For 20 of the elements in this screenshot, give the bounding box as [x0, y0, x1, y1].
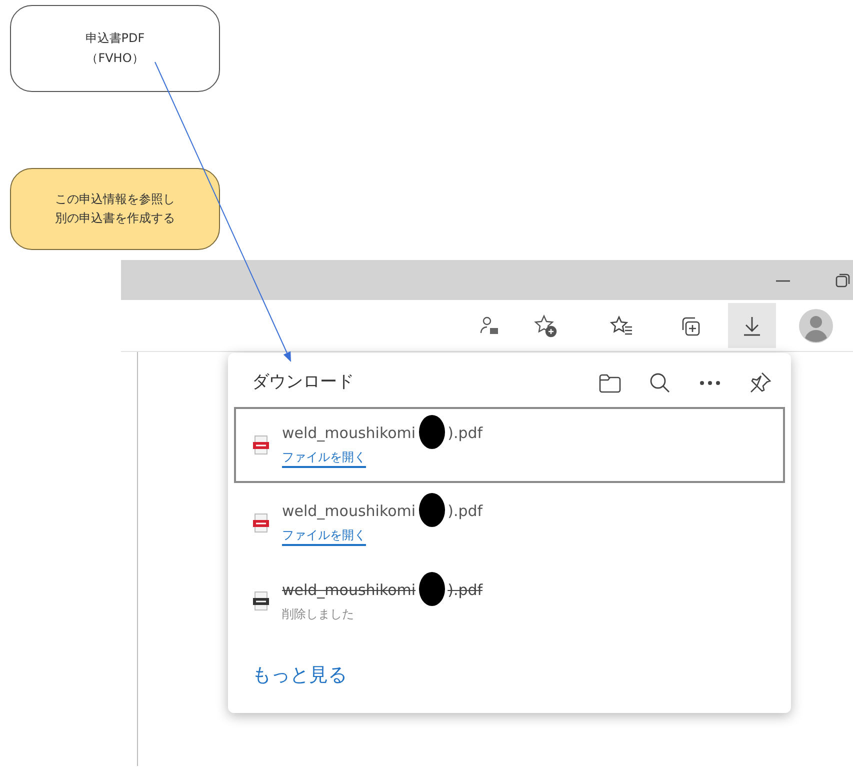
status-text: 削除しました: [282, 606, 354, 624]
open-file-link[interactable]: ファイルを開く: [282, 448, 366, 468]
download-item[interactable]: weld_moushikomi ).pdf 削除しました: [234, 563, 785, 639]
file-name: ).pdf: [448, 500, 483, 522]
callout-text: （FVHO）: [86, 50, 144, 66]
file-name: ).pdf: [448, 580, 483, 601]
download-item[interactable]: weld_moushikomi ).pdf ファイルを開く: [234, 485, 785, 561]
callout-text: この申込情報を参照し: [55, 190, 175, 208]
file-name: ).pdf: [448, 422, 483, 444]
file-name: weld_moushikomi: [282, 500, 416, 522]
download-item[interactable]: weld_moushikomi ).pdf ファイルを開く: [234, 407, 785, 483]
file-name: weld_moushikomi: [282, 580, 416, 601]
panel-title: ダウンロード: [252, 371, 355, 394]
open-file-link[interactable]: ファイルを開く: [282, 526, 366, 546]
see-more-link[interactable]: もっと見る: [252, 661, 347, 690]
restore-icon[interactable]: [835, 272, 851, 288]
file-name: weld_moushikomi: [282, 422, 416, 444]
callout-text: 別の申込書を作成する: [55, 210, 175, 227]
callout-text: 申込書PDF: [85, 30, 145, 48]
download-icon[interactable]: [728, 303, 776, 348]
